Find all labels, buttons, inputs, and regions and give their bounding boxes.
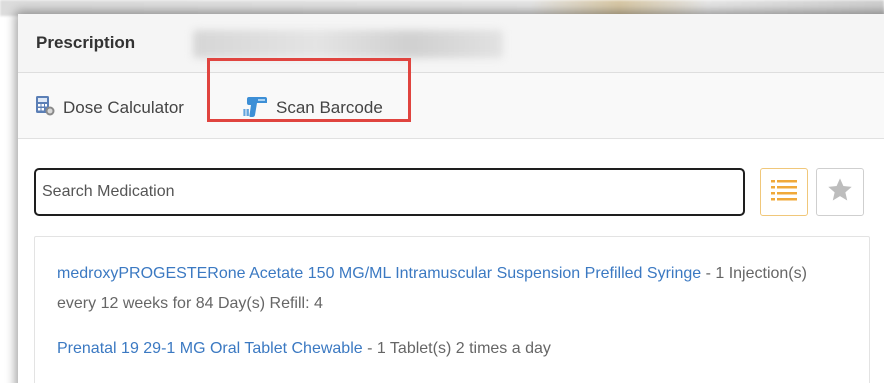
- medication-name-link[interactable]: Prenatal 19 29-1 MG Oral Tablet Chewable: [57, 340, 363, 357]
- prescription-dialog: Prescription Dose Calculator Scan Barcod…: [18, 14, 884, 383]
- scan-barcode-button[interactable]: Scan Barcode: [243, 93, 383, 123]
- barcode-scanner-icon: [243, 94, 276, 123]
- star-icon: [826, 176, 854, 209]
- medication-results-list: medroxyPROGESTERone Acetate 150 MG/ML In…: [34, 236, 870, 383]
- dose-calculator-button[interactable]: Dose Calculator: [34, 93, 184, 123]
- dose-calculator-label: Dose Calculator: [63, 98, 184, 117]
- dialog-header: Prescription: [18, 14, 884, 73]
- screen: Prescription Dose Calculator Scan Barcod…: [0, 0, 884, 383]
- search-medication-input[interactable]: [34, 168, 745, 216]
- list-view-button[interactable]: [760, 168, 808, 216]
- redacted-patient-info: [193, 30, 503, 58]
- list-icon: [770, 178, 798, 207]
- scan-barcode-label: Scan Barcode: [276, 98, 383, 117]
- favorites-button[interactable]: [816, 168, 864, 216]
- medication-name-link[interactable]: medroxyPROGESTERone Acetate 150 MG/ML In…: [57, 265, 701, 282]
- medication-directions: - 1 Tablet(s) 2 times a day: [362, 340, 551, 357]
- medication-result-item: medroxyPROGESTERone Acetate 150 MG/ML In…: [57, 259, 837, 319]
- dialog-toolbar: Dose Calculator Scan Barcode: [18, 73, 884, 139]
- calculator-icon: [34, 95, 63, 122]
- medication-result-item: Prenatal 19 29-1 MG Oral Tablet Chewable…: [57, 334, 837, 364]
- dialog-title: Prescription: [36, 33, 136, 52]
